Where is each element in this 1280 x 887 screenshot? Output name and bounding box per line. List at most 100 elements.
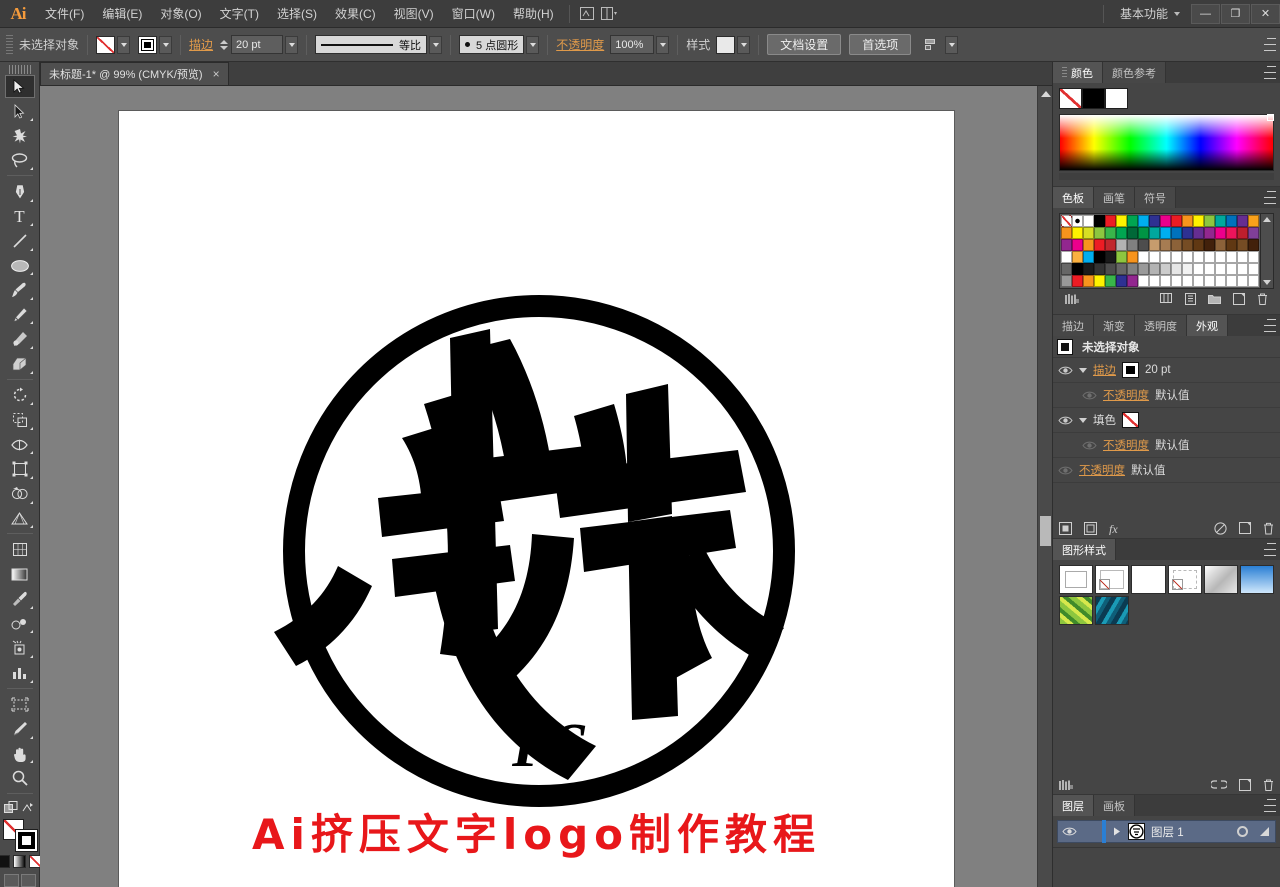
- swatch-cell[interactable]: [1171, 215, 1182, 227]
- swatch-cell[interactable]: [1160, 251, 1171, 263]
- swatch-cell[interactable]: [1127, 275, 1138, 287]
- swatch-cell[interactable]: [1226, 227, 1237, 239]
- swatch-cell[interactable]: [1072, 275, 1083, 287]
- bridge-icon[interactable]: [576, 4, 598, 24]
- hand-tool[interactable]: [5, 742, 35, 766]
- layer-row[interactable]: 图层 1: [1057, 820, 1276, 843]
- swatch-options-icon[interactable]: [1185, 292, 1196, 305]
- swatch-cell[interactable]: [1248, 263, 1259, 275]
- swatch-cell[interactable]: [1149, 215, 1160, 227]
- minimize-button[interactable]: —: [1191, 3, 1220, 24]
- stroke-profile-dropdown[interactable]: [429, 35, 443, 54]
- fill-dropdown-button[interactable]: [117, 35, 131, 54]
- symbol-sprayer-tool[interactable]: [5, 636, 35, 660]
- swatch-cell[interactable]: [1083, 275, 1094, 287]
- opacity-input[interactable]: 100%: [610, 35, 655, 54]
- style-teal-texture[interactable]: [1095, 596, 1130, 625]
- appearance-stroke-opacity-label[interactable]: 不透明度: [1103, 387, 1149, 403]
- swatch-cell[interactable]: [1204, 215, 1215, 227]
- swatch-cell[interactable]: [1248, 215, 1259, 227]
- control-bar-menu-icon[interactable]: [1260, 38, 1276, 51]
- new-swatch-icon[interactable]: [1233, 292, 1245, 305]
- artboard-tool[interactable]: [5, 693, 35, 717]
- tab-appearance[interactable]: 外观: [1187, 315, 1228, 336]
- swatch-cell[interactable]: [1094, 215, 1105, 227]
- appearance-object-opacity-label[interactable]: 不透明度: [1079, 462, 1125, 478]
- swatch-cell[interactable]: [1237, 215, 1248, 227]
- perspective-grid-tool[interactable]: [5, 507, 35, 531]
- swatch-cell[interactable]: [1149, 251, 1160, 263]
- stroke-swatch[interactable]: [14, 829, 38, 852]
- eraser-tool[interactable]: [5, 352, 35, 376]
- swatch-cell[interactable]: [1149, 275, 1160, 287]
- tab-swatches[interactable]: 色板: [1053, 187, 1094, 208]
- swatch-cell[interactable]: [1105, 263, 1116, 275]
- gradient-tool[interactable]: [5, 563, 35, 587]
- swatch-cell[interactable]: [1226, 275, 1237, 287]
- scrollbar-thumb[interactable]: [1040, 516, 1051, 546]
- maximize-button[interactable]: ❐: [1221, 3, 1250, 24]
- tools-panel-grip[interactable]: [8, 65, 31, 74]
- swatches-scrollbar[interactable]: [1261, 213, 1274, 289]
- tab-symbols[interactable]: 符号: [1135, 187, 1176, 208]
- swatch-cell[interactable]: [1171, 227, 1182, 239]
- appearance-panel-menu-icon[interactable]: [1260, 319, 1276, 332]
- swatch-cell[interactable]: [1237, 251, 1248, 263]
- mesh-tool[interactable]: [5, 538, 35, 562]
- break-link-icon[interactable]: [1211, 779, 1227, 790]
- layer-visibility-eye-icon[interactable]: [1058, 820, 1080, 843]
- appearance-fill-label[interactable]: 填色: [1093, 412, 1116, 428]
- swatch-cell[interactable]: [1237, 263, 1248, 275]
- style-green-texture[interactable]: [1059, 596, 1094, 625]
- delete-item-icon[interactable]: [1263, 522, 1274, 535]
- swatch-cell[interactable]: [1127, 251, 1138, 263]
- brush-definition-select[interactable]: 5 点圆形: [459, 35, 525, 54]
- swatch-cell[interactable]: [1138, 263, 1149, 275]
- style-blue-gradient[interactable]: [1239, 565, 1274, 594]
- menu-view[interactable]: 视图(V): [385, 0, 443, 28]
- tab-artboards[interactable]: 画板: [1094, 795, 1135, 816]
- arrange-icon[interactable]: [21, 801, 35, 814]
- swatches-grid[interactable]: [1059, 213, 1261, 289]
- align-dropdown[interactable]: [945, 35, 959, 54]
- swatch-cell[interactable]: [1094, 239, 1105, 251]
- normal-screen-mode-button[interactable]: [3, 874, 19, 887]
- swatch-cell[interactable]: [1182, 275, 1193, 287]
- swatch-cell[interactable]: [1237, 239, 1248, 251]
- line-segment-tool[interactable]: [5, 229, 35, 253]
- add-new-fill-icon[interactable]: [1084, 522, 1097, 535]
- stroke-weight-dropdown[interactable]: [285, 35, 299, 54]
- pen-tool[interactable]: [5, 180, 35, 204]
- appearance-row-stroke[interactable]: 描边 20 pt: [1053, 358, 1280, 383]
- appearance-fill-opacity-label[interactable]: 不透明度: [1103, 437, 1149, 453]
- blob-brush-tool[interactable]: [5, 327, 35, 351]
- swatch-cell[interactable]: [1193, 251, 1204, 263]
- swatch-cell[interactable]: [1182, 227, 1193, 239]
- new-style-icon[interactable]: [1239, 778, 1251, 791]
- swatch-cell[interactable]: [1215, 239, 1226, 251]
- swatch-cell[interactable]: [1061, 239, 1072, 251]
- swatch-cell[interactable]: [1204, 275, 1215, 287]
- brush-definition-dropdown[interactable]: [526, 35, 540, 54]
- workspace-switcher[interactable]: 基本功能: [1110, 5, 1184, 22]
- direct-selection-tool[interactable]: [5, 99, 35, 123]
- lasso-tool[interactable]: [5, 148, 35, 172]
- swatch-cell[interactable]: [1094, 251, 1105, 263]
- swatch-cell[interactable]: [1072, 263, 1083, 275]
- stroke-weight-input[interactable]: 20 pt: [231, 35, 284, 54]
- swatch-cell[interactable]: [1061, 263, 1072, 275]
- swatch-cell[interactable]: [1138, 239, 1149, 251]
- type-tool[interactable]: T: [5, 205, 35, 229]
- width-tool[interactable]: [5, 433, 35, 457]
- layer-lock-toggle[interactable]: [1080, 820, 1102, 843]
- close-icon[interactable]: ×: [213, 67, 220, 81]
- visibility-eye-icon[interactable]: [1057, 362, 1073, 378]
- scroll-down-icon[interactable]: [1263, 280, 1271, 285]
- swatch-cell[interactable]: [1160, 215, 1171, 227]
- swatch-cell[interactable]: [1105, 215, 1116, 227]
- swatch-cell[interactable]: [1116, 275, 1127, 287]
- swatch-cell[interactable]: [1182, 263, 1193, 275]
- swatches-panel-menu-icon[interactable]: [1260, 191, 1276, 204]
- document-setup-button[interactable]: 文档设置: [767, 34, 842, 55]
- swatch-cell[interactable]: [1105, 227, 1116, 239]
